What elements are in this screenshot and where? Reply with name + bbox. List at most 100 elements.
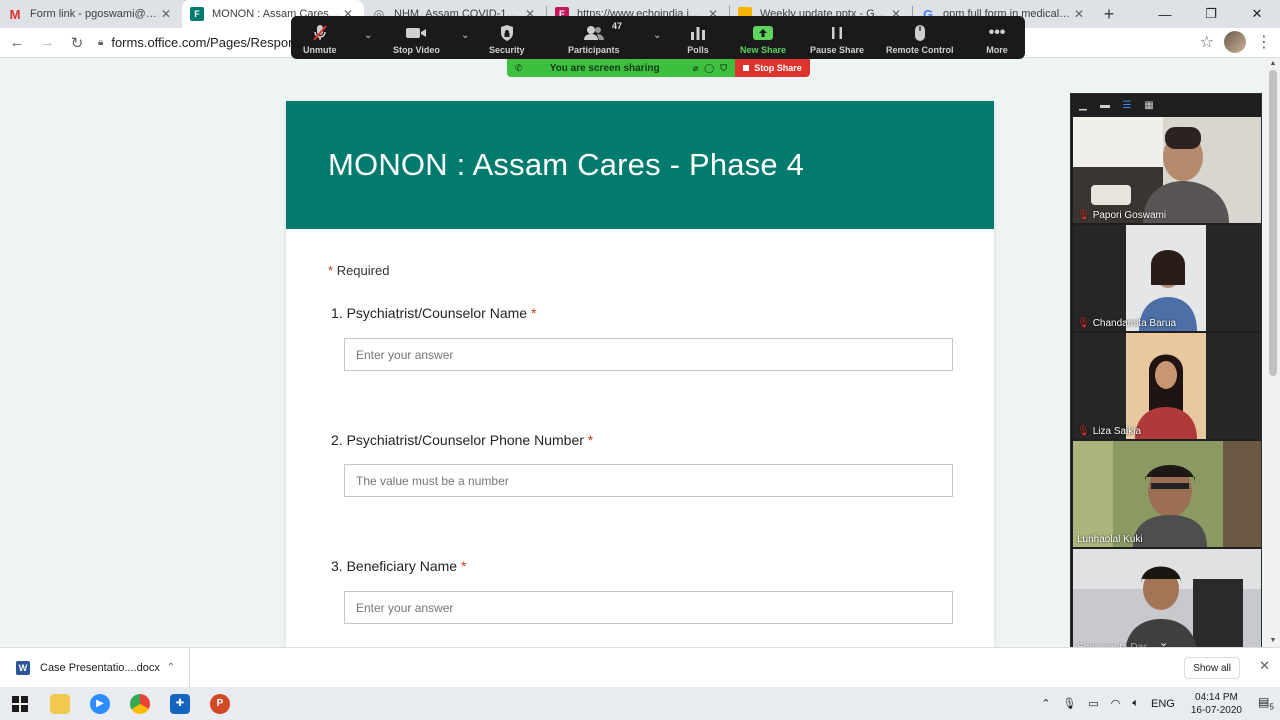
mouse-icon <box>909 24 931 42</box>
profile-avatar[interactable] <box>1224 31 1246 53</box>
answer-input-3[interactable]: Enter your answer <box>344 591 953 624</box>
download-item[interactable]: W Case Presentatio....docx ⌃ <box>0 647 190 688</box>
forms-icon: F <box>190 7 204 21</box>
tab-title: Form link - pgoswami@echoind <box>30 8 158 20</box>
required-asterisk: * <box>328 263 334 278</box>
more-button[interactable]: ••• More <box>986 24 1008 55</box>
record-mini-icon[interactable]: ◯ <box>704 63 714 74</box>
answer-input-1[interactable]: Enter your answer <box>344 338 953 371</box>
volume-icon[interactable]: 🔈︎ <box>1132 697 1139 710</box>
participant-tile[interactable]: 🎙︎ Liza Saikia <box>1073 333 1261 439</box>
security-button[interactable]: Security <box>489 24 525 55</box>
participant-tile[interactable]: 🎙︎ Papori Goswami <box>1073 117 1261 223</box>
video-camera-icon <box>405 24 427 42</box>
show-all-downloads-button[interactable]: Show all <box>1184 657 1240 679</box>
video-options-chevron-icon[interactable]: ⌄ <box>461 30 469 41</box>
participant-tile-active-speaker[interactable]: Lunhaolal Kuki <box>1073 441 1261 547</box>
word-document-icon: W <box>16 660 30 675</box>
tab-gmail[interactable]: M Form link - pgoswami@echoind ✕ <box>0 0 182 28</box>
url-text: forms.office.com/Pages/Response <box>111 35 310 50</box>
taskbar-app[interactable]: ✚ <box>160 687 200 720</box>
stop-square-icon <box>743 65 750 71</box>
mic-muted-icon <box>309 24 331 42</box>
gallery-view-icon[interactable]: ▦ <box>1143 100 1155 111</box>
participant-name-label: 🎙︎ Liza Saikia <box>1077 426 1142 437</box>
forward-icon[interactable]: → <box>34 30 60 56</box>
scroll-down-icon[interactable]: ▼ <box>1266 635 1280 647</box>
language-indicator[interactable]: ENG <box>1151 698 1175 710</box>
chevron-up-icon[interactable]: ⌃ <box>167 662 175 673</box>
shield-mini-icon[interactable]: ⛉ <box>720 63 727 74</box>
wifi-icon[interactable]: ◠ <box>1111 697 1121 710</box>
start-button[interactable] <box>0 687 40 720</box>
new-tab-button[interactable]: + <box>1095 0 1123 28</box>
sharing-status: ✆ You are screen sharing ⌀ ◯ ⛉ <box>507 59 735 77</box>
question-1-label: 1. Psychiatrist/Counselor Name * <box>331 305 537 321</box>
chrome-icon <box>130 693 150 714</box>
download-shelf: W Case Presentatio....docx ⌃ Show all ✕ <box>0 647 1280 688</box>
page-scrollbar[interactable]: ▲ ▼ <box>1266 58 1280 647</box>
close-tab-icon[interactable]: ✕ <box>1071 7 1087 21</box>
browser-menu-icon[interactable]: ⋮ <box>1256 32 1272 52</box>
battery-icon[interactable]: ▭ <box>1088 697 1098 710</box>
back-icon[interactable]: ← <box>4 30 30 56</box>
form-header: MONON : Assam Cares - Phase 4 <box>286 101 994 229</box>
form-title: MONON : Assam Cares - Phase 4 <box>328 147 805 182</box>
taskbar-clock[interactable]: 04:14 PM 16-07-2020 <box>1191 691 1242 717</box>
system-tray: ⌃ 🎙︎ ▭ ◠ 🔈︎ ENG 04:14 PM 16-07-2020 ▤5 <box>1035 687 1280 720</box>
video-panel-header: ▁ ▬ ☰ ▦ <box>1071 94 1261 117</box>
participants-icon <box>583 24 605 42</box>
answer-input-3-placeholder: Enter your answer <box>356 600 454 615</box>
share-phone-icon: ✆ <box>515 62 523 73</box>
video-panel: ▁ ▬ ☰ ▦ 🎙︎ Papori Goswami 🎙︎ Chandamita … <box>1070 93 1262 655</box>
participants-options-chevron-icon[interactable]: ⌄ <box>653 30 661 41</box>
shield-icon <box>496 24 518 42</box>
taskbar-powerpoint[interactable]: P <box>200 687 240 720</box>
unmute-button[interactable]: Unmute <box>303 24 337 55</box>
hide-video-icon[interactable]: ▬ <box>1099 100 1111 111</box>
powerpoint-icon: P <box>210 693 230 714</box>
new-share-button[interactable]: New Share <box>740 24 786 55</box>
close-tab-icon[interactable]: ✕ <box>158 7 174 21</box>
pause-share-button[interactable]: Pause Share <box>810 24 864 55</box>
participant-video <box>1073 441 1261 547</box>
polls-button[interactable]: Polls <box>687 24 709 55</box>
minimize-button[interactable]: — <box>1142 0 1188 28</box>
mic-muted-icon: 🎙︎ <box>1077 426 1090 437</box>
download-filename: Case Presentatio....docx <box>40 661 160 674</box>
close-window-button[interactable]: ✕ <box>1234 0 1280 28</box>
clock-time: 04:14 PM <box>1195 691 1238 703</box>
participant-tile[interactable]: 🎙︎ Chandamita Barua <box>1073 225 1261 331</box>
tray-overflow-icon[interactable]: ⌃ <box>1041 697 1050 710</box>
audio-options-chevron-icon[interactable]: ⌄ <box>364 30 372 41</box>
taskbar-zoom[interactable]: ▶ <box>80 687 120 720</box>
remote-control-button[interactable]: Remote Control <box>886 24 954 55</box>
pause-icon <box>826 24 848 42</box>
close-shelf-icon[interactable]: ✕ <box>1259 658 1270 674</box>
minimize-video-icon[interactable]: ▁ <box>1077 100 1089 111</box>
notification-center-icon[interactable]: ▤5 <box>1252 687 1280 720</box>
participant-name-label: 🎙︎ Chandamita Barua <box>1077 318 1177 329</box>
answer-input-2[interactable]: The value must be a number <box>344 464 953 497</box>
microphone-icon[interactable]: 🎙︎ <box>1062 697 1076 710</box>
bookmark-star-icon[interactable]: ☆ <box>1200 32 1214 52</box>
stop-share-button[interactable]: Stop Share <box>735 59 810 77</box>
scroll-up-icon[interactable]: ▲ <box>1266 58 1280 70</box>
taskbar-chrome[interactable] <box>120 687 160 720</box>
stop-video-button[interactable]: Stop Video <box>393 24 440 55</box>
scrollbar-thumb[interactable] <box>1269 70 1277 376</box>
participant-video <box>1073 333 1261 439</box>
maximize-button[interactable]: ❐ <box>1188 0 1234 28</box>
zoom-app-icon: ▶ <box>90 693 110 714</box>
windows-logo-icon <box>12 695 28 712</box>
mic-muted-icon: 🎙︎ <box>1077 318 1090 329</box>
answer-input-1-placeholder: Enter your answer <box>356 347 454 362</box>
form-card: MONON : Assam Cares - Phase 4 * Required… <box>286 101 994 647</box>
reload-icon[interactable]: ↻ <box>64 30 90 56</box>
speaker-view-icon[interactable]: ☰ <box>1121 100 1133 111</box>
taskbar-file-explorer[interactable] <box>40 687 80 720</box>
mic-off-mini-icon[interactable]: ⌀ <box>693 63 698 74</box>
participants-button[interactable]: 47 Participants <box>568 21 622 55</box>
question-2-label: 2. Psychiatrist/Counselor Phone Number * <box>331 432 594 448</box>
app-icon: ✚ <box>170 693 190 714</box>
